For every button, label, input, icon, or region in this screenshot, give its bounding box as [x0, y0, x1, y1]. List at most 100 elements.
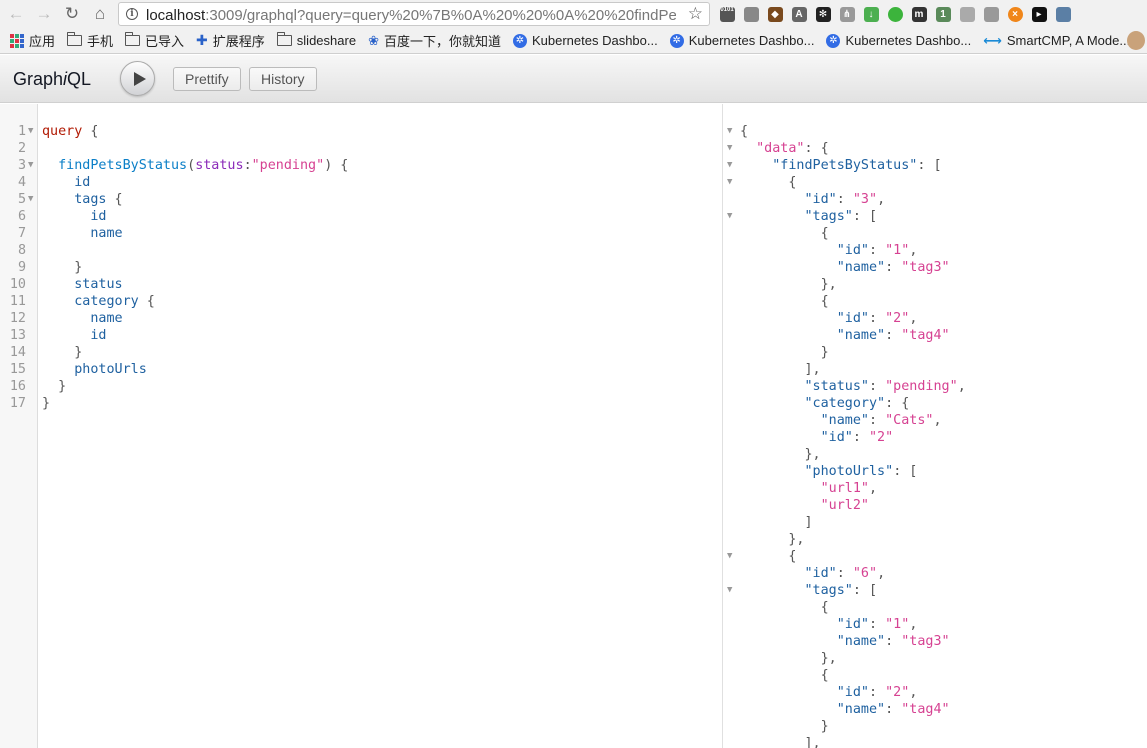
bookmark-item[interactable]: 已导入 — [124, 31, 184, 50]
query-editor[interactable]: 1 ▼ query {2 3 ▼ findPetsByStatus(status:"pe… — [0, 104, 723, 748]
code-line: } — [42, 378, 66, 395]
prettify-button[interactable]: Prettify — [173, 67, 241, 91]
code-line: { — [740, 123, 748, 140]
url-text[interactable]: localhost:3009/graphql?query=query%20%7B… — [146, 7, 676, 24]
bookmark-label: 应用 — [29, 34, 56, 49]
info-icon[interactable]: i — [126, 8, 138, 20]
code-token: : — [869, 243, 886, 258]
gray-ext-icon — [959, 6, 975, 22]
code-token: "findPetsByStatus" — [772, 158, 918, 173]
extension-button[interactable]: ▸ — [1028, 3, 1050, 25]
extension-button[interactable]: ⋔ — [836, 3, 858, 25]
extension-button[interactable]: ↓ — [860, 3, 882, 25]
code-token: }, — [740, 532, 805, 547]
extension-button[interactable]: ✻ — [812, 3, 834, 25]
code-token: "tag4" — [901, 328, 950, 343]
code-line: id — [42, 208, 107, 225]
binary-icon: 0101 — [719, 6, 735, 22]
code-token: "url1" — [820, 481, 869, 496]
profile-avatar-icon[interactable] — [1127, 31, 1145, 50]
code-token: : — [836, 566, 853, 581]
line-number: 7 — [17, 226, 26, 241]
fold-arrow-icon[interactable]: ▼ — [727, 140, 732, 157]
bookmark-item[interactable]: ❀ 百度一下，你就知道 — [368, 31, 501, 50]
history-button[interactable]: History — [249, 67, 317, 91]
extension-button[interactable]: 0101 — [716, 3, 738, 25]
code-token: "id" — [820, 430, 853, 445]
fold-arrow-icon[interactable]: ▼ — [28, 157, 33, 174]
line-number: 16 — [9, 379, 26, 394]
bookmark-item[interactable]: 应用 — [10, 31, 55, 50]
bookmark-item[interactable]: ✲ Kubernetes Dashbo... — [826, 33, 971, 48]
code-token: category — [42, 294, 139, 309]
bookmark-item[interactable]: ✲ Kubernetes Dashbo... — [669, 33, 814, 48]
extension-button[interactable]: m — [908, 3, 930, 25]
bookmark-item[interactable]: ✲ Kubernetes Dashbo... — [512, 33, 658, 48]
fold-arrow-icon[interactable]: ▼ — [727, 548, 732, 565]
code-line: "tags": [ — [740, 208, 878, 225]
code-line: "id": "2", — [740, 684, 918, 701]
code-line: status — [42, 276, 122, 293]
extension-button[interactable] — [1052, 3, 1074, 25]
bookmark-item[interactable]: slideshare — [276, 32, 356, 48]
code-line: }, — [740, 650, 837, 667]
bookmark-label: 手机 — [87, 34, 114, 49]
bookmark-star-icon[interactable]: ☆ — [688, 4, 703, 24]
code-line: "photoUrls": [ — [740, 463, 918, 480]
code-token: { — [740, 175, 797, 190]
fold-arrow-icon[interactable]: ▼ — [727, 582, 732, 599]
reload-icon[interactable]: ↻ — [62, 4, 82, 24]
home-icon[interactable]: ⌂ — [90, 4, 110, 24]
code-token: { — [740, 600, 829, 615]
code-line: name — [42, 310, 122, 327]
bookmark-label: Kubernetes Dashbo... — [531, 33, 658, 48]
fold-arrow-icon[interactable]: ▼ — [727, 157, 732, 174]
bookmark-label: 百度一下，你就知道 — [383, 34, 501, 49]
execute-query-button[interactable] — [120, 61, 155, 96]
graphiql-toolbar: GraphiQL Prettify History — [0, 55, 1147, 103]
code-token: "status" — [804, 379, 870, 394]
code-token: : — [836, 192, 853, 207]
code-token: id — [42, 209, 107, 224]
back-arrow-icon[interactable]: ← — [6, 4, 26, 24]
code-token: }, — [740, 447, 821, 462]
fold-arrow-icon[interactable]: ▼ — [28, 123, 33, 140]
fold-arrow-icon[interactable]: ▼ — [727, 123, 732, 140]
extension-button[interactable] — [956, 3, 978, 25]
code-line: } — [42, 259, 82, 276]
code-line: ], — [740, 735, 820, 748]
code-token: : — [869, 413, 886, 428]
extension-button[interactable] — [884, 3, 906, 25]
result-viewer[interactable]: ▼{▼ "data": {▼ "findPetsByStatus": [▼ { … — [723, 104, 1147, 748]
extension-button[interactable]: × — [1004, 3, 1026, 25]
extension-button[interactable]: ◆ — [764, 3, 786, 25]
extension-button[interactable] — [980, 3, 1002, 25]
extension-button[interactable] — [740, 3, 762, 25]
code-line: } — [42, 395, 50, 412]
bookmark-item[interactable]: 手机 — [66, 31, 114, 50]
code-line: id — [42, 327, 107, 344]
code-line: { — [740, 599, 829, 616]
code-line: }, — [740, 531, 805, 548]
fold-arrow-icon[interactable]: ▼ — [727, 208, 732, 225]
code-token: ], — [740, 362, 821, 377]
code-token: , — [957, 379, 966, 394]
code-token: "name" — [820, 413, 869, 428]
forward-arrow-icon[interactable]: → — [34, 4, 54, 24]
code-token: "url2" — [820, 498, 869, 513]
address-bar[interactable]: i localhost:3009/graphql?query=query%20%… — [118, 2, 710, 26]
code-token: } — [42, 379, 67, 394]
bookmark-item[interactable]: ⟷ SmartCMP, A Mode... — [983, 33, 1130, 49]
line-number: 17 — [9, 396, 26, 411]
code-token: id — [42, 328, 107, 343]
fold-arrow-icon[interactable]: ▼ — [727, 174, 732, 191]
fold-arrow-icon[interactable]: ▼ — [28, 191, 33, 208]
code-line: "findPetsByStatus": [ — [740, 157, 941, 174]
code-token: } — [42, 260, 83, 275]
bookmark-item[interactable]: ✚ 扩展程序 — [196, 31, 265, 50]
extension-button[interactable]: 1 — [932, 3, 954, 25]
code-line: { — [740, 293, 829, 310]
extension-button[interactable]: A — [788, 3, 810, 25]
